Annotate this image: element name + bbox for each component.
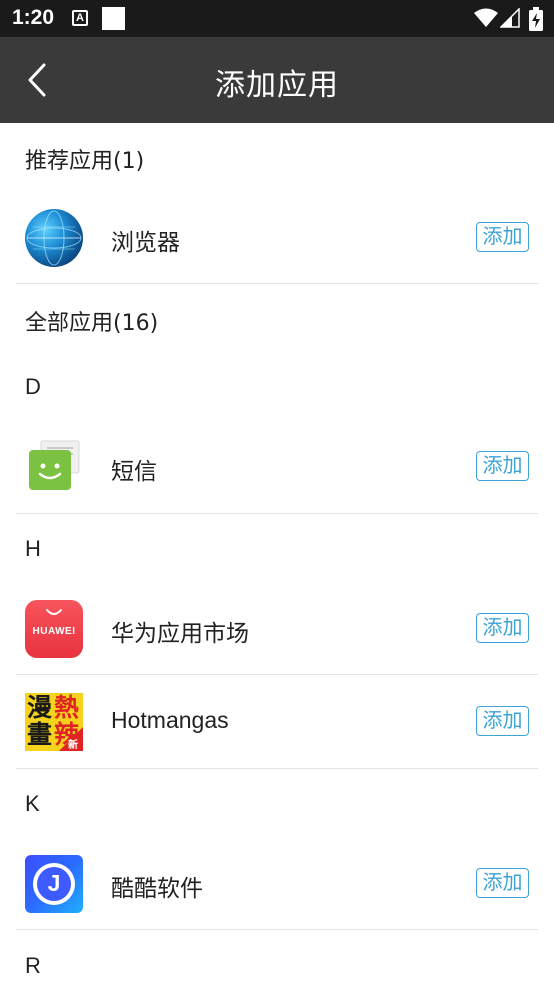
letter-header-k: K	[25, 791, 40, 816]
battery-charging-icon	[529, 7, 543, 31]
app-name: Hotmangas	[111, 707, 229, 733]
signal-icon	[500, 8, 520, 28]
letter-header-r: R	[25, 953, 41, 978]
app-name: 酷酷软件	[111, 876, 203, 902]
recommended-section-header: 推荐应用(1)	[25, 149, 145, 174]
letter-header-d: D	[25, 374, 41, 399]
app-row-browser[interactable]: 浏览器 添加	[0, 193, 554, 283]
app-name: 华为应用市场	[111, 621, 249, 647]
divider	[16, 513, 538, 514]
app-row-hotmangas[interactable]: 漫 熱 畫 辣 新 Hotmangas 添加	[0, 677, 554, 767]
app-name: 短信	[111, 459, 157, 485]
wifi-icon	[474, 8, 498, 27]
add-button[interactable]: 添加	[476, 613, 529, 643]
add-button[interactable]: 添加	[476, 222, 529, 252]
notification-a-icon: A	[72, 10, 88, 26]
message-icon	[25, 438, 83, 496]
hotmangas-icon: 漫 熱 畫 辣 新	[25, 693, 83, 751]
status-time: 1:20	[12, 6, 55, 29]
add-button[interactable]: 添加	[476, 451, 529, 481]
app-row-huawei-appgallery[interactable]: HUAWEI 华为应用市场 添加	[0, 584, 554, 674]
kuku-icon-letter: J	[47, 870, 61, 896]
app-row-messages[interactable]: 短信 添加	[0, 422, 554, 512]
globe-icon	[25, 209, 83, 267]
divider	[16, 768, 538, 769]
divider	[16, 283, 538, 284]
add-button[interactable]: 添加	[476, 706, 529, 736]
status-bar: 1:20 A	[0, 0, 554, 37]
app-bar: 添加应用	[0, 37, 554, 123]
app-row-kuku[interactable]: J 酷酷软件 添加	[0, 839, 554, 929]
divider	[16, 674, 538, 675]
kuku-icon: J	[25, 855, 83, 913]
all-apps-section-header: 全部应用(16)	[25, 311, 159, 336]
add-button[interactable]: 添加	[476, 868, 529, 898]
huawei-icon-text: HUAWEI	[32, 626, 76, 637]
notification-square-icon	[102, 7, 125, 30]
app-name: 浏览器	[111, 230, 180, 256]
divider	[16, 929, 538, 930]
letter-header-h: H	[25, 536, 41, 561]
huawei-appgallery-icon: HUAWEI	[25, 600, 83, 658]
page-title: 添加应用	[215, 68, 339, 103]
new-badge: 新	[68, 740, 78, 751]
